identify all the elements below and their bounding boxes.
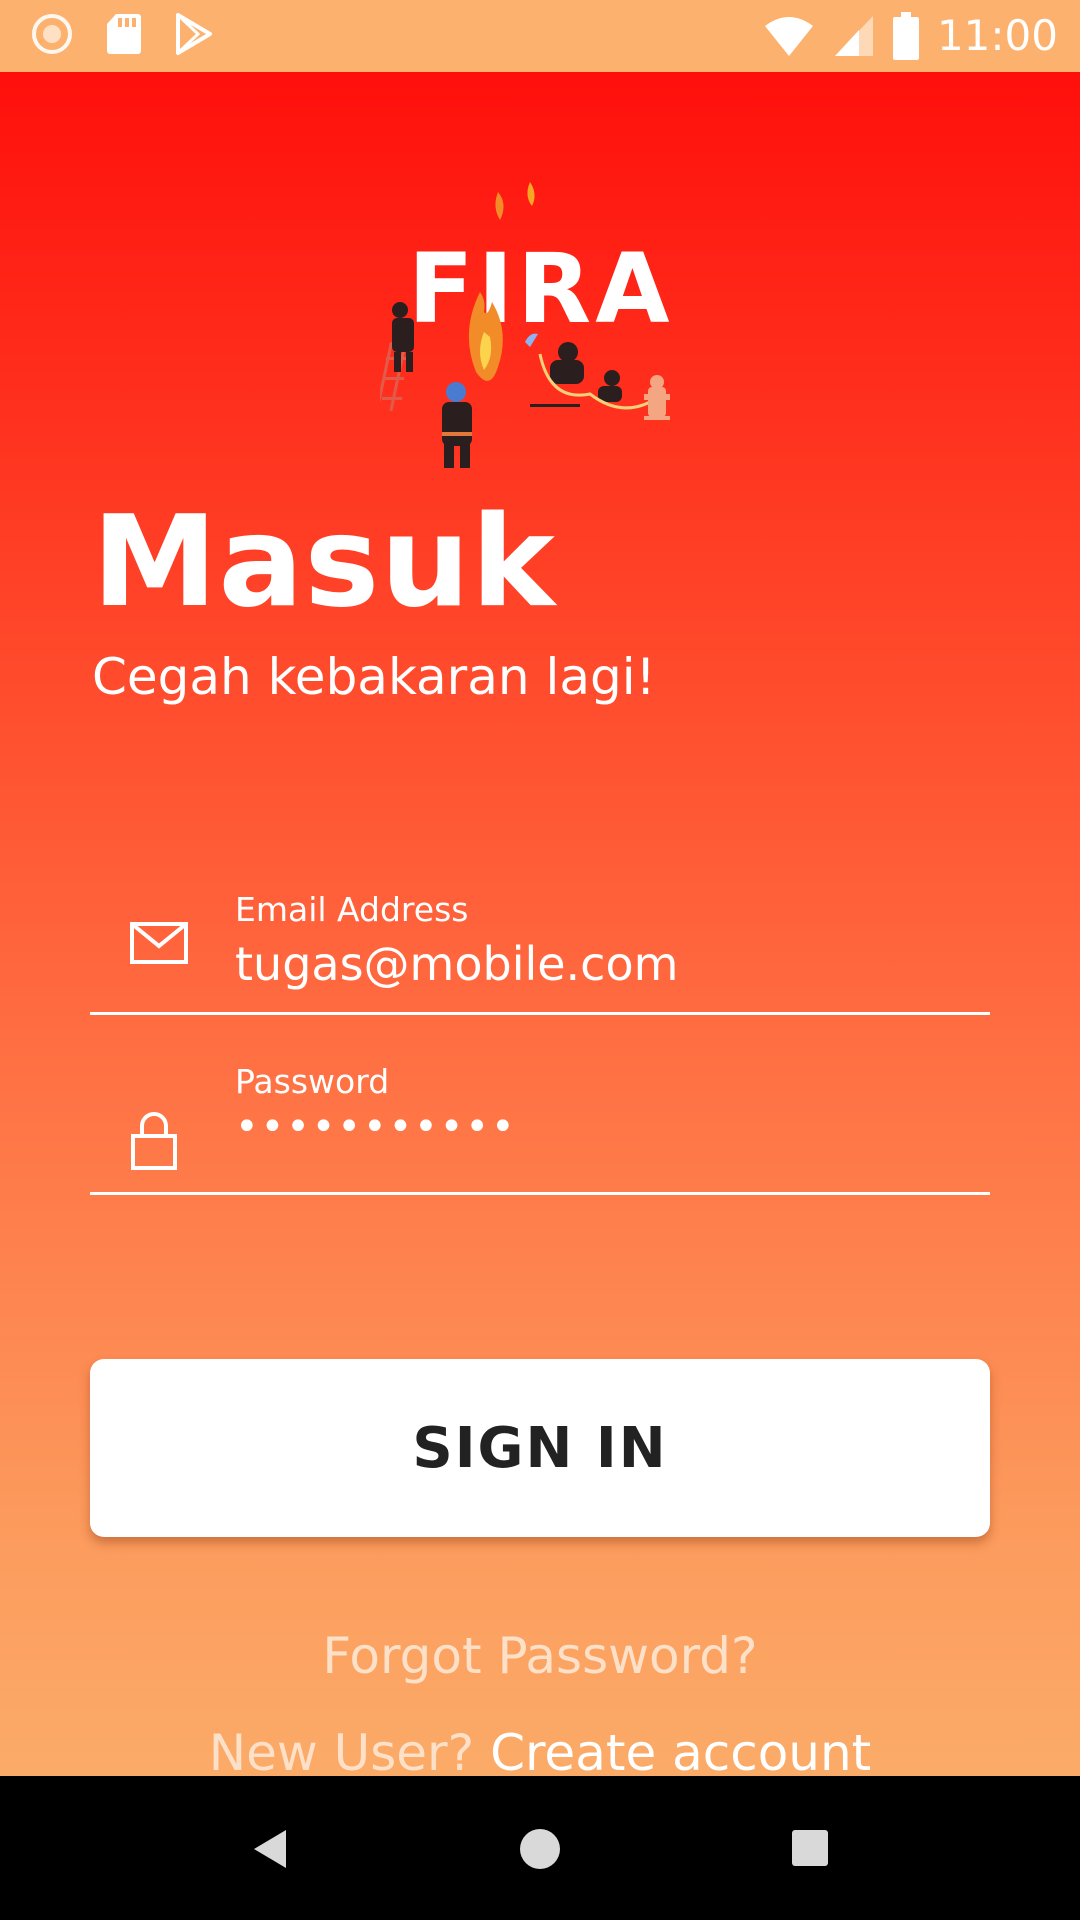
- play-store-icon: [176, 13, 212, 55]
- password-label: Password: [235, 1062, 390, 1101]
- email-label: Email Address: [235, 890, 469, 929]
- battery-icon: [892, 12, 919, 60]
- lock-icon: [131, 1112, 177, 1170]
- cell-signal-icon: [834, 16, 873, 56]
- status-bar: 11:00: [0, 0, 1080, 72]
- new-user-label: New User?: [208, 1724, 475, 1776]
- create-account-link[interactable]: Create account: [490, 1724, 871, 1776]
- wifi-icon: [764, 17, 813, 56]
- email-field[interactable]: Email Address tugas@mobile.com: [90, 832, 990, 1015]
- ladder-firefighter-illustration: [380, 302, 414, 412]
- loading-icon: [32, 14, 72, 54]
- sign-in-button[interactable]: SIGN IN: [90, 1359, 990, 1537]
- logo-text: FIRA: [408, 233, 674, 345]
- password-field[interactable]: Password •••••••••••: [90, 1012, 990, 1195]
- center-firefighter-illustration: [442, 382, 472, 468]
- back-icon[interactable]: [250, 1828, 290, 1870]
- recents-icon[interactable]: [791, 1829, 829, 1867]
- hose-firefighters-illustration: [525, 333, 670, 420]
- sd-card-icon: [107, 14, 141, 54]
- mail-icon: [130, 922, 188, 964]
- forgot-password-link[interactable]: Forgot Password?: [0, 1627, 1080, 1685]
- clock: 11:00: [936, 11, 1058, 60]
- page-title: Masuk: [92, 488, 556, 635]
- navigation-bar: [0, 1776, 1080, 1920]
- password-input[interactable]: •••••••••••: [235, 1104, 517, 1150]
- login-screen: FIRA Masuk Cegah kebakaran lagi! Email A…: [0, 72, 1080, 1776]
- email-input[interactable]: tugas@mobile.com: [235, 937, 678, 991]
- home-icon[interactable]: [519, 1828, 561, 1870]
- new-user-row: New User? Create account: [0, 1724, 1080, 1776]
- page-subtitle: Cegah kebakaran lagi!: [92, 648, 656, 706]
- fira-logo: FIRA: [380, 182, 674, 468]
